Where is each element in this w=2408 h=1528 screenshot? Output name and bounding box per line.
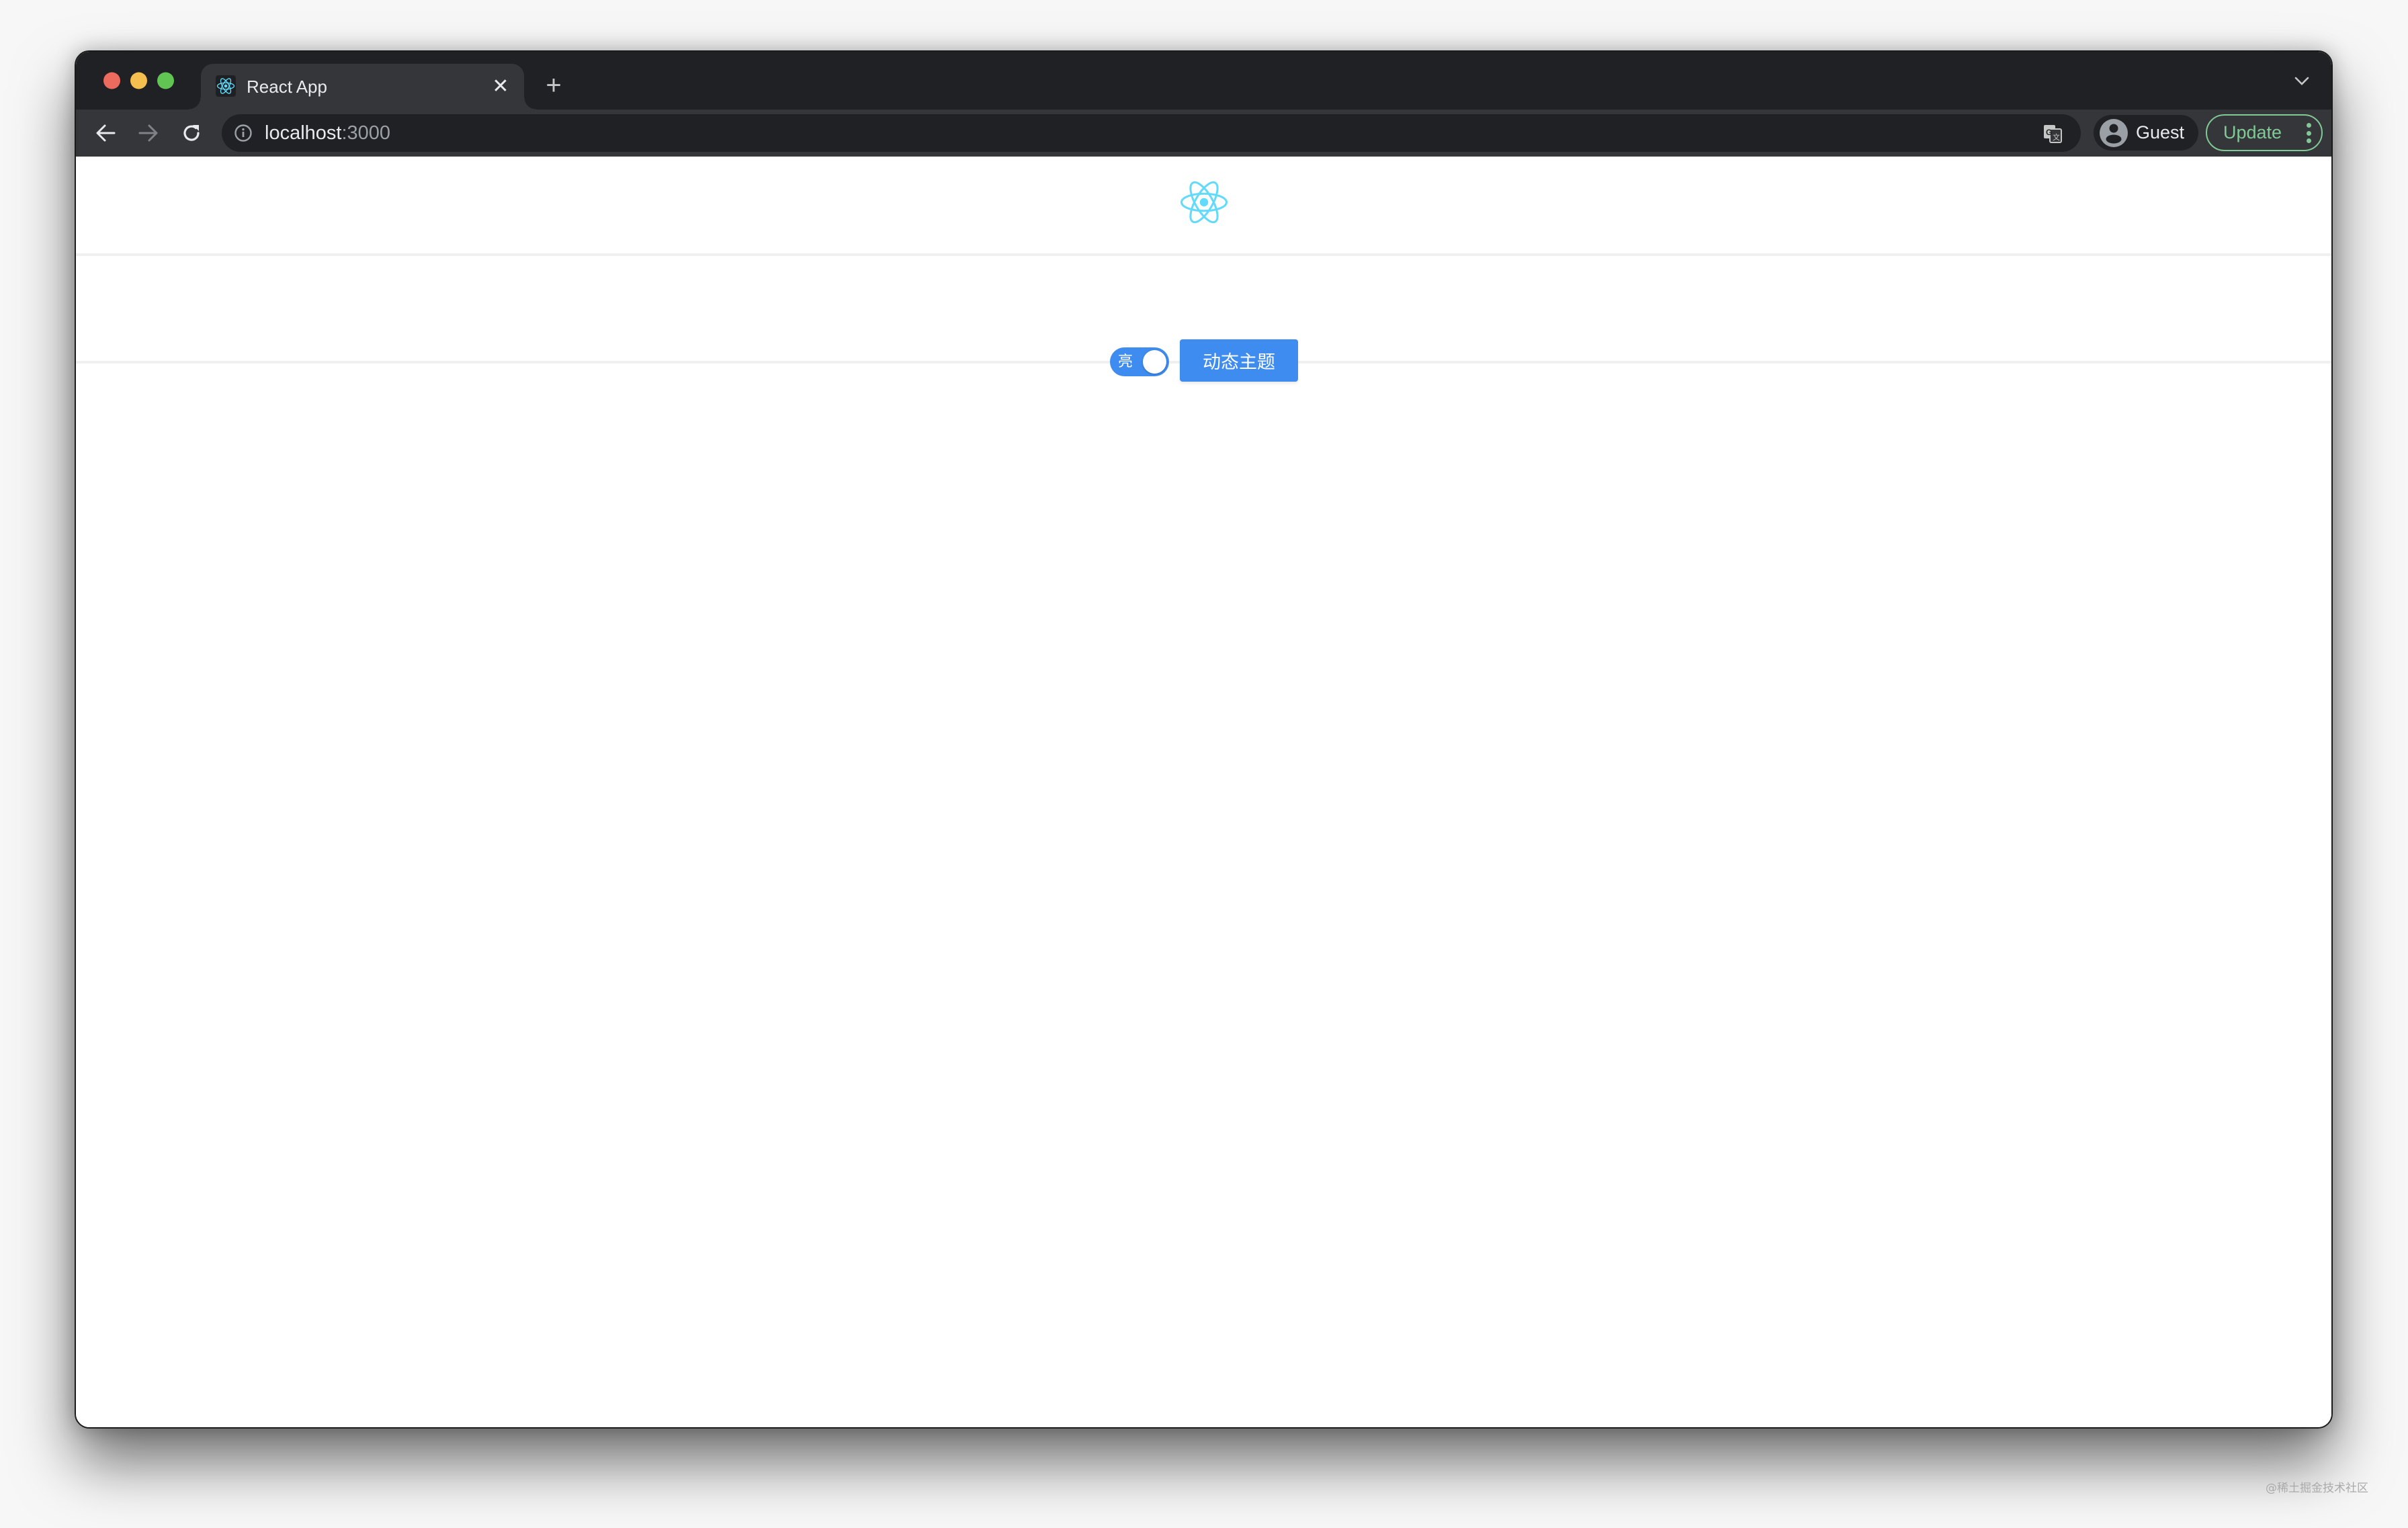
page-header xyxy=(76,157,2331,256)
tab-title: React App xyxy=(247,77,327,97)
more-vertical-icon[interactable] xyxy=(2305,123,2312,143)
react-logo-icon xyxy=(1180,181,1228,224)
url-host: localhost xyxy=(265,122,342,144)
theme-switch-knob[interactable] xyxy=(1143,350,1166,374)
reload-icon[interactable] xyxy=(177,118,206,148)
close-icon[interactable]: ✕ xyxy=(490,77,511,97)
update-button[interactable]: Update xyxy=(2206,114,2323,151)
svg-text:G: G xyxy=(2046,128,2052,137)
page-viewport: 亮 动态主题 xyxy=(76,157,2331,1427)
address-bar[interactable]: localhost:3000 G 文 xyxy=(222,114,2081,152)
theme-controls: 亮 动态主题 xyxy=(76,259,2331,382)
svg-text:文: 文 xyxy=(2053,132,2060,142)
arrow-left-icon[interactable] xyxy=(91,118,120,148)
profile-label: Guest xyxy=(2136,122,2185,142)
chevron-down-icon[interactable] xyxy=(2292,72,2311,91)
minimize-window-button[interactable] xyxy=(130,72,147,89)
info-icon[interactable] xyxy=(234,124,253,142)
person-icon xyxy=(2099,118,2128,148)
url-port: :3000 xyxy=(341,122,391,144)
tab-react-app[interactable]: React App ✕ xyxy=(189,64,536,110)
theme-switch[interactable]: 亮 xyxy=(1110,347,1169,376)
plus-icon[interactable]: + xyxy=(542,72,565,99)
browser-window: React App ✕ + localhost:3000 G 文 Guest U… xyxy=(75,50,2333,1429)
profile-button[interactable]: Guest xyxy=(2094,115,2198,151)
watermark: @稀土掘金技术社区 xyxy=(2266,1482,2368,1495)
url-text[interactable]: localhost:3000 xyxy=(265,114,390,152)
translate-icon[interactable]: G 文 xyxy=(2042,123,2063,144)
dynamic-theme-button[interactable]: 动态主题 xyxy=(1180,339,1298,382)
react-logo-icon xyxy=(216,75,236,97)
close-window-button[interactable] xyxy=(103,72,120,89)
tab-strip: React App ✕ + xyxy=(76,52,2331,110)
theme-switch-label: 亮 xyxy=(1118,353,1133,370)
arrow-right-icon[interactable] xyxy=(134,118,163,148)
maximize-window-button[interactable] xyxy=(157,72,174,89)
browser-toolbar: localhost:3000 G 文 Guest Update xyxy=(76,110,2331,157)
update-label: Update xyxy=(2223,122,2282,142)
